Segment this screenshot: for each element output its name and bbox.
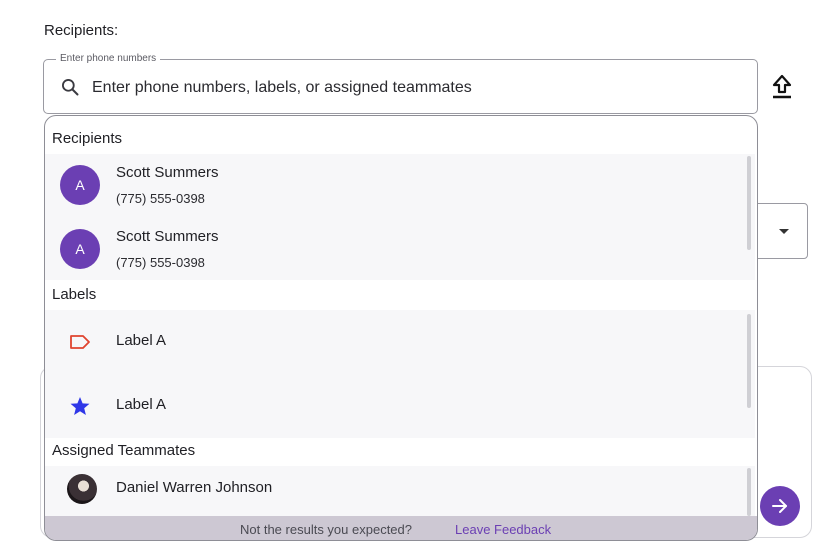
- star-icon: [70, 397, 90, 415]
- upload-icon[interactable]: [770, 74, 794, 100]
- recipient-name: Scott Summers: [116, 164, 219, 181]
- scrollbar[interactable]: [747, 156, 751, 250]
- group-title-labels: Labels: [52, 286, 97, 303]
- group-title-teammates: Assigned Teammates: [52, 442, 196, 459]
- recipient-row[interactable]: A Scott Summers (775) 555-0398: [45, 154, 745, 218]
- send-button[interactable]: [760, 486, 800, 526]
- recipient-phone: (775) 555-0398: [116, 255, 205, 270]
- label-row[interactable]: Label A: [45, 374, 745, 438]
- teammate-row[interactable]: Daniel Warren Johnson: [45, 466, 745, 516]
- scrollbar[interactable]: [747, 468, 751, 516]
- label-name: Label A: [116, 396, 167, 413]
- group-title-recipients: Recipients: [52, 130, 123, 147]
- section-title: Recipients:: [44, 22, 119, 39]
- arrow-right-icon: [772, 499, 787, 513]
- footer-text: Not the results you expected?: [240, 522, 412, 537]
- search-icon: [61, 79, 79, 96]
- recipient-row[interactable]: A Scott Summers (775) 555-0398: [45, 218, 745, 282]
- recipients-list: A Scott Summers (775) 555-0398 A Scott S…: [45, 154, 755, 280]
- teammate-name: Daniel Warren Johnson: [116, 479, 273, 496]
- avatar: A: [60, 165, 100, 205]
- scrollbar[interactable]: [747, 314, 751, 408]
- teammates-list: Daniel Warren Johnson: [45, 466, 755, 518]
- phone-search-field[interactable]: Enter phone numbers: [43, 53, 758, 114]
- feedback-footer: Not the results you expected? Leave Feed…: [45, 516, 757, 540]
- avatar: [67, 474, 97, 504]
- leave-feedback-link[interactable]: Leave Feedback: [455, 522, 551, 537]
- field-legend: Enter phone numbers: [56, 53, 161, 65]
- suggestions-dropdown: Recipients A Scott Summers (775) 555-039…: [44, 115, 758, 541]
- caret-down-icon: [779, 229, 789, 234]
- label-row[interactable]: Label A: [45, 310, 745, 374]
- avatar: A: [60, 229, 100, 269]
- search-input[interactable]: [92, 76, 732, 100]
- label-name: Label A: [116, 332, 167, 349]
- labels-list: Label A Label A: [45, 310, 755, 438]
- background-select[interactable]: [752, 203, 808, 259]
- label-outline-icon: [70, 335, 90, 349]
- recipient-name: Scott Summers: [116, 228, 219, 245]
- recipient-phone: (775) 555-0398: [116, 191, 205, 206]
